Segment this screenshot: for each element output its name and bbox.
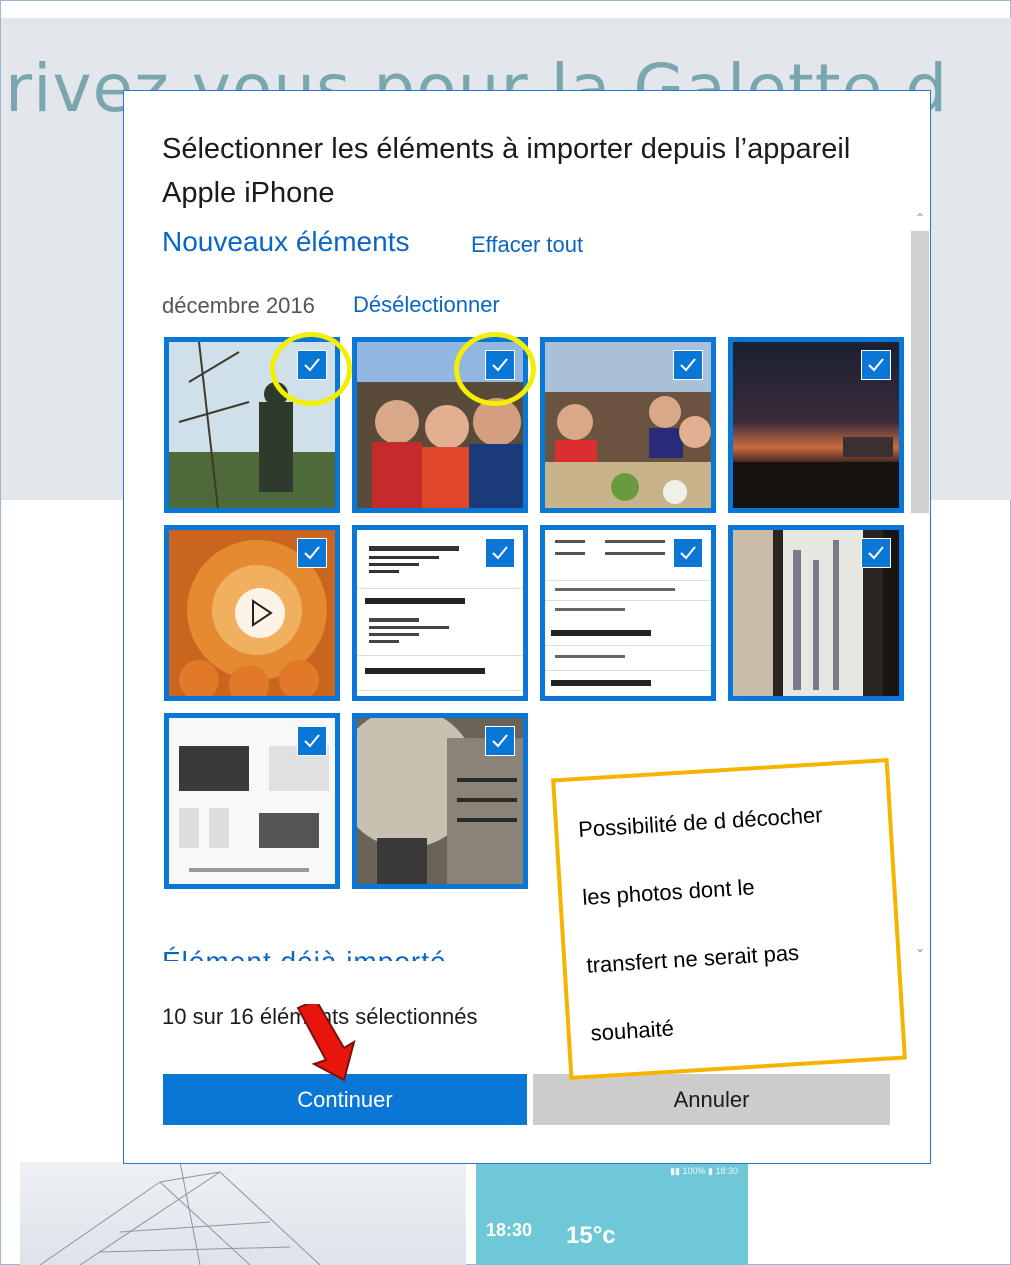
thumbnail-photo-meter-panel[interactable]: [728, 525, 904, 701]
checkbox-checked[interactable]: [297, 726, 327, 756]
month-label: décembre 2016: [162, 293, 315, 318]
note-line: Possibilité de d décocher: [577, 802, 824, 843]
scroll-up-icon[interactable]: ⌃: [910, 211, 930, 231]
phone-status-bar: ▮▮ 100% ▮ 18:30: [670, 1166, 738, 1176]
checkbox-checked[interactable]: [673, 350, 703, 380]
deselect-link[interactable]: Désélectionner: [353, 292, 500, 318]
thumbnail-photo-sunset[interactable]: [728, 337, 904, 513]
highlight-circle: [454, 332, 536, 406]
checkbox-checked[interactable]: [485, 726, 515, 756]
phone-time: 18:30: [486, 1220, 533, 1240]
checkbox-checked[interactable]: [861, 538, 891, 568]
clear-all-link[interactable]: Effacer tout: [471, 232, 583, 258]
note-line: transfert ne serait pas: [585, 939, 800, 978]
note-line: les photos dont le: [581, 874, 756, 910]
note-line: souhaité: [589, 1015, 675, 1046]
background-windmill-image: [20, 1162, 466, 1265]
scrollbar-thumb[interactable]: [911, 231, 929, 513]
checkbox-checked[interactable]: [673, 538, 703, 568]
checkbox-checked[interactable]: [297, 538, 327, 568]
next-group-heading: Élément déjà importé: [162, 943, 447, 961]
thumbnail-photo-terrace-lunch[interactable]: [540, 337, 716, 513]
phone-temperature: 15°c: [566, 1222, 616, 1249]
red-arrow-icon: [296, 1004, 356, 1082]
thumbnail-video-galettes[interactable]: [164, 525, 340, 701]
dialog-title: Sélectionner les éléments à importer dep…: [162, 133, 851, 209]
checkbox-checked[interactable]: [485, 538, 515, 568]
thumbnail-photo-meter-closeup[interactable]: [352, 713, 528, 889]
highlight-circle: [270, 332, 352, 406]
play-icon[interactable]: [235, 588, 285, 638]
thumbnail-screenshot-order-details[interactable]: [540, 525, 716, 701]
cancel-button[interactable]: Annuler: [533, 1074, 890, 1125]
scroll-down-icon[interactable]: ⌄: [910, 941, 930, 961]
thumbnail-screenshot-order-address[interactable]: [352, 525, 528, 701]
checkbox-checked[interactable]: [861, 350, 891, 380]
section-title: Nouveaux éléments: [162, 226, 410, 257]
thumbnail-screenshot-hdmi-cable[interactable]: [164, 713, 340, 889]
background-phone-screenshot: ▮▮ 100% ▮ 18:30 18:30 15°c: [476, 1162, 748, 1265]
annotation-note: Possibilité de d décocher les photos don…: [551, 757, 907, 1081]
